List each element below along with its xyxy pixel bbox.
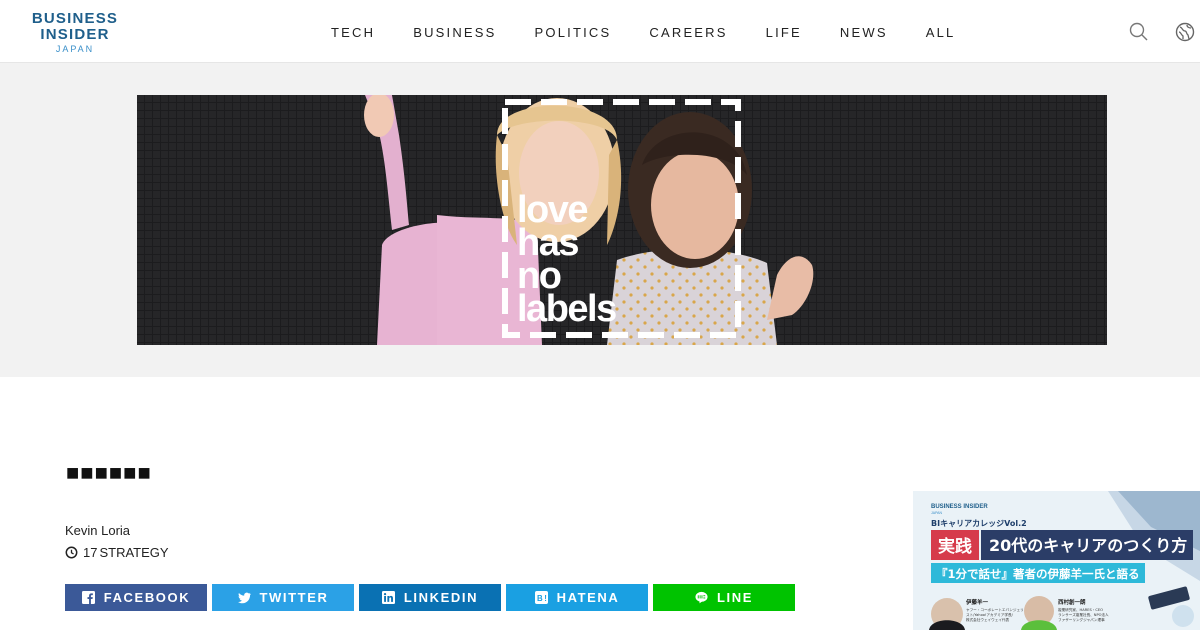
- share-hatena-label: HATENA: [556, 590, 620, 605]
- nav-item-careers[interactable]: CAREERS: [649, 25, 727, 40]
- article-meta: 17 STRATEGY: [65, 545, 169, 560]
- site-logo[interactable]: BUSINESS INSIDER JAPAN: [30, 11, 120, 54]
- svg-text:複業研究家、HARES・CEO ランサーズ複業社: 複業研究家、HARES・CEO ランサーズ複業社長、NPO法人 ファザーリングジ…: [1058, 607, 1110, 622]
- share-line-button[interactable]: LINE: [653, 584, 795, 611]
- nav-item-business[interactable]: BUSINESS: [413, 25, 496, 40]
- site-header: BUSINESS INSIDER JAPAN TECH BUSINESS POL…: [0, 0, 1200, 63]
- share-hatena-button[interactable]: B! HATENA: [506, 584, 648, 611]
- svg-text:B!: B!: [537, 594, 548, 603]
- share-line-label: LINE: [716, 590, 753, 605]
- article-category[interactable]: STRATEGY: [99, 545, 168, 560]
- ad-tag: 実践: [938, 536, 972, 557]
- globe-icon[interactable]: [1175, 22, 1195, 42]
- ad-speaker-1: 伊藤羊一: [965, 598, 989, 606]
- nav-item-politics[interactable]: POLITICS: [535, 25, 612, 40]
- share-twitter-label: TWITTER: [259, 590, 329, 605]
- hero-band: love has no labels: [0, 63, 1200, 377]
- nav-item-all[interactable]: ALL: [926, 25, 956, 40]
- facebook-icon: [81, 591, 95, 604]
- article-author[interactable]: Kevin Loria: [65, 523, 130, 538]
- hero-image[interactable]: love has no labels: [137, 95, 1107, 345]
- article-date: 17: [83, 545, 98, 560]
- twitter-icon: [237, 592, 251, 604]
- nav-item-tech[interactable]: TECH: [331, 25, 375, 40]
- ad-speaker-2: 西村創一朗: [1058, 598, 1086, 606]
- nav-item-life[interactable]: LIFE: [766, 25, 802, 40]
- linkedin-icon: [381, 591, 395, 604]
- ad-brand-sub: JAPAN: [931, 511, 942, 515]
- ad-brand: BUSINESS INSIDER: [931, 504, 988, 510]
- ad-headline: 20代のキャリアのつくり方: [989, 536, 1187, 555]
- line-icon: [695, 591, 708, 604]
- article-title: ■■■■■■: [66, 460, 152, 485]
- hero-caption-4: labels: [517, 288, 616, 330]
- nav-item-news[interactable]: NEWS: [840, 25, 888, 40]
- logo-line-1: BUSINESS: [31, 10, 119, 27]
- search-icon[interactable]: [1129, 22, 1149, 42]
- share-bar: FACEBOOK TWITTER LINKEDIN B! HATENA LINE: [65, 584, 800, 611]
- logo-line-2: INSIDER: [40, 26, 110, 43]
- share-linkedin-button[interactable]: LINKEDIN: [359, 584, 501, 611]
- share-twitter-button[interactable]: TWITTER: [212, 584, 354, 611]
- main-nav: TECH BUSINESS POLITICS CAREERS LIFE NEWS…: [312, 25, 974, 40]
- share-linkedin-label: LINKEDIN: [403, 590, 479, 605]
- ad-banner[interactable]: BUSINESS INSIDER JAPAN BIキャリアカレッジVol.2 実…: [913, 491, 1200, 630]
- ad-series: BIキャリアカレッジVol.2: [931, 519, 1027, 528]
- hatena-icon: B!: [534, 591, 548, 604]
- share-facebook-button[interactable]: FACEBOOK: [65, 584, 207, 611]
- ad-subhead: 『1分で話せ』著者の伊藤羊一氏と語る: [936, 567, 1140, 581]
- clock-icon: [65, 546, 78, 559]
- logo-line-3: JAPAN: [55, 44, 95, 54]
- share-facebook-label: FACEBOOK: [103, 590, 191, 605]
